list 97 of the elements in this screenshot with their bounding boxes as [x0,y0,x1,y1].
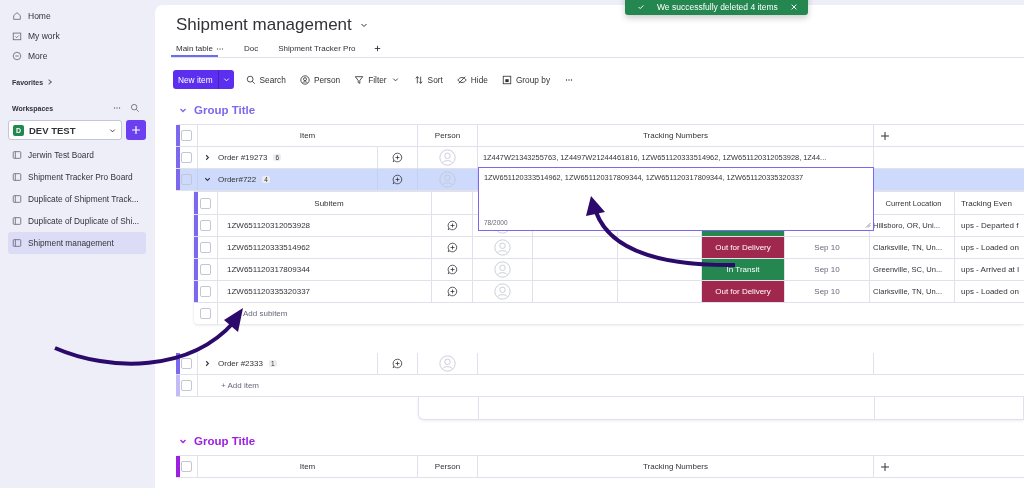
column-header: Item [198,456,418,477]
subitem-name[interactable]: 1ZW651120335320337 [227,287,311,296]
new-item-button[interactable]: New item [173,70,234,89]
add-update-icon[interactable] [392,174,403,185]
date-text: Sep 10 [814,287,840,296]
add-column-icon[interactable] [880,130,890,141]
person-icon [299,74,310,85]
subitem-name[interactable]: 1ZW651120333514962 [227,243,311,252]
row-checkbox[interactable] [181,174,192,185]
row-checkbox[interactable] [200,197,211,209]
add-view-icon[interactable] [372,44,382,53]
add-update-icon[interactable] [446,286,458,297]
row-checkbox[interactable] [200,242,211,253]
view-tab[interactable]: Doc [238,40,264,57]
event-text: ups - Departed f [961,221,1019,230]
date-text: Sep 10 [814,265,840,274]
row-checkbox[interactable] [181,461,192,472]
view-tab[interactable]: Shipment Tracker Pro [273,40,361,57]
workspace-name: DEV TEST [29,124,77,136]
chevron-down-icon[interactable] [203,175,212,184]
toast-message: We successfully deleted 4 items [657,2,778,11]
chevron-right-icon[interactable] [203,153,212,162]
resize-grip-icon[interactable] [865,222,871,228]
filter-icon [354,74,365,85]
add-update-icon[interactable] [446,220,458,231]
search-icon[interactable] [130,103,140,113]
event-text: ups - Loaded on [961,287,1019,296]
nav-item[interactable]: My work [8,26,146,46]
add-column-icon[interactable] [880,461,890,472]
chevron-right-icon[interactable] [203,359,212,368]
group-icon [501,74,512,85]
row-checkbox[interactable] [181,358,192,369]
row-checkbox[interactable] [181,152,192,163]
toolbar-button[interactable]: Hide [456,74,488,85]
more-icon [12,51,22,61]
add-button[interactable] [126,120,146,140]
home-icon [12,11,22,21]
view-tab[interactable]: Main table [171,40,218,57]
status-label[interactable]: Out for Delivery [702,281,785,302]
status-label[interactable]: In Transit [702,259,785,280]
add-update-icon[interactable] [446,242,458,253]
board-title: Shipment management [176,15,352,35]
board-icon [12,172,22,182]
event-text: ups - Loaded on [961,243,1019,252]
add-update-icon[interactable] [392,358,403,369]
row-checkbox[interactable] [200,308,211,319]
toolbar-button[interactable]: Filter [354,74,400,85]
item-name[interactable]: Order #2333 [218,359,263,368]
event-text: ups - Arrived at I [961,265,1020,274]
group-title[interactable]: Group Title [194,104,256,116]
board-item[interactable]: Shipment Tracker Pro Board [8,166,146,188]
board-item[interactable]: Duplicate of Shipment Track... [8,188,146,210]
column-header: Person [418,125,478,146]
item-name[interactable]: Order #19273 [218,153,268,162]
column-header: Tracking Even [960,197,1013,210]
plus-icon [131,125,141,135]
add-update-icon[interactable] [446,264,458,275]
column-header: Subitem [218,192,432,214]
toolbar-button[interactable]: Person [299,74,341,85]
calendar-icon [12,31,22,41]
board-icon [12,216,22,226]
row-checkbox[interactable] [181,380,192,391]
item-name[interactable]: Order#722 [218,175,257,184]
add-update-icon[interactable] [392,152,403,163]
board-icon [12,150,22,160]
chevron-down-icon[interactable] [221,75,231,84]
subitem-name[interactable]: 1ZW651120312053928 [227,221,311,230]
toolbar-button[interactable]: Search [245,74,286,85]
column-header: Person [418,456,478,477]
board-item[interactable]: Duplicate of Duplicate of Shi... [8,210,146,232]
hidden-eye-icon [456,74,467,85]
group-title[interactable]: Group Title [194,435,256,447]
add-subitem-link[interactable]: Add subitem [243,309,288,318]
toolbar-button[interactable]: Group by [501,74,551,85]
column-header: Tracking Numbers [478,456,874,477]
nav-item[interactable]: More [8,46,146,66]
subitem-name[interactable]: 1ZW651120317809344 [227,265,311,274]
add-item-link[interactable]: + Add item [221,381,260,390]
row-checkbox[interactable] [200,264,211,275]
column-header: Tracking Numbers [478,125,874,146]
nav-item[interactable]: Home [8,6,146,26]
status-label[interactable]: Out for Delivery [702,237,785,258]
board-item[interactable]: Shipment management [8,232,146,254]
row-checkbox[interactable] [181,130,192,141]
row-checkbox[interactable] [200,286,211,297]
sort-icon [413,74,424,85]
board-icon [12,194,22,204]
date-text: Sep 10 [814,243,840,252]
search-icon [245,74,256,85]
board-icon [12,238,22,248]
row-checkbox[interactable] [200,220,211,231]
close-icon[interactable] [790,3,798,11]
chevron-down-icon[interactable] [390,75,400,84]
check-icon [637,3,645,11]
toolbar-button[interactable]: Sort [413,74,443,85]
board-item[interactable]: Jerwin Test Board [8,144,146,166]
column-header: Item [198,125,418,146]
